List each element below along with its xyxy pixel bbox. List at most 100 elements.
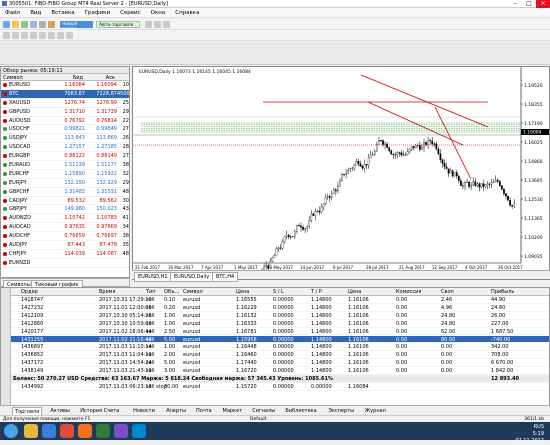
menu-charts[interactable]: Графики: [80, 8, 115, 18]
open-icon[interactable]: [12, 21, 19, 28]
terminal-tab[interactable]: Активы: [48, 407, 72, 415]
col-symbol[interactable]: Символ: [1, 74, 51, 81]
terminal-tab[interactable]: Почта: [194, 407, 214, 415]
terminal-col-header[interactable]: Своп: [441, 289, 454, 295]
market-watch-row[interactable]: USDCAD 1.27157 1.27185 28: [1, 143, 129, 153]
market-watch-row[interactable]: EURAUD 1.51139 1.51177 38: [1, 161, 129, 170]
market-watch-row[interactable]: XAUUSD 1276.74 1276.99 25: [1, 99, 129, 108]
chart-window[interactable]: EURUSD,Daily 1.16073 1.16145 1.16045 1.1…: [132, 66, 550, 280]
market-watch-row[interactable]: AUDUSD 0.76792 0.76814 22: [1, 117, 129, 126]
terminal-tab[interactable]: Библиотека: [283, 407, 318, 415]
market-watch-row[interactable]: GBPJPY 149.980 150.023 43: [1, 205, 129, 215]
firefox-icon[interactable]: [78, 424, 92, 438]
text-icon[interactable]: [57, 32, 64, 39]
arrow-icon[interactable]: [66, 32, 73, 39]
terminal-tab[interactable]: Маркет: [221, 407, 245, 415]
new-order-button[interactable]: Новый ордер: [60, 21, 93, 32]
explorer-icon[interactable]: [24, 424, 38, 438]
keyboard-lang[interactable]: RUS: [515, 424, 544, 431]
market-watch-row[interactable]: CADJPY 89.532 89.562 30: [1, 197, 129, 206]
tab-eurusd-h1[interactable]: EURUSD,H1: [134, 272, 172, 282]
terminal-tab[interactable]: История Счета: [78, 407, 121, 415]
clock[interactable]: RUS 5:19 07.11.2017: [515, 424, 544, 445]
terminal-tab[interactable]: Журнал: [363, 407, 388, 415]
menu-insert[interactable]: Вставка: [46, 8, 79, 18]
line-icon[interactable]: [21, 32, 28, 39]
market-watch-row[interactable]: AUDCAD 0.97635 0.97669 34: [1, 223, 129, 233]
menu-file[interactable]: Файл: [0, 8, 25, 18]
minimize-button[interactable]: –: [508, 0, 522, 8]
terminal-col-header[interactable]: Прибыль: [491, 289, 514, 295]
terminal-col-header[interactable]: Тип: [146, 289, 156, 295]
trade-row[interactable]: 1427232 2017.11.01 12:00:05 sell 0.20 eurusd…: [11, 304, 549, 312]
chrome-icon[interactable]: [60, 424, 74, 438]
terminal-col-header[interactable]: Ордер: [21, 289, 38, 295]
trade-row[interactable]: 1434992 2017.11.03 06:23:18 sell stop 30.00…: [11, 383, 549, 391]
market-watch-row[interactable]: AUDNZD 1.10742 1.10783 41: [1, 214, 129, 224]
market-watch-row[interactable]: USDCHF 0.99821 0.99849 27: [1, 125, 129, 135]
market-watch-row[interactable]: EURUSD 1.16084 1.16094 10: [1, 81, 129, 90]
tab-btc-h4[interactable]: BTC,H4: [212, 272, 239, 282]
app-icon-6[interactable]: [114, 424, 128, 438]
ie-icon[interactable]: [42, 424, 56, 438]
terminal-col-header[interactable]: Время: [99, 289, 115, 295]
market-watch-row[interactable]: AUDCHF 0.76659 0.76697 38: [1, 232, 129, 242]
trade-row[interactable]: 1438149 2017.11.03 21:43:19 sell 3.00 eurusd…: [11, 367, 549, 375]
fibo-icon[interactable]: [48, 32, 55, 39]
terminal-icon[interactable]: [48, 21, 55, 28]
channel-icon[interactable]: [39, 32, 46, 39]
trade-row[interactable]: 1412109 2017.10.30 05:14:25 sell 1.00 eurusd…: [11, 312, 549, 320]
navigator-icon[interactable]: [39, 21, 46, 28]
terminal-col-header[interactable]: Цена: [348, 289, 361, 295]
terminal-tab[interactable]: Эксперты: [326, 407, 356, 415]
trade-row[interactable]: 1418747 2017.10.31 17:29:10 sell 0.10 eurusd…: [11, 296, 549, 304]
market-watch-row[interactable]: GBPCHF 1.31483 1.31531 48: [1, 188, 129, 197]
terminal-tab[interactable]: Сигналы: [250, 407, 277, 415]
trade-row[interactable]: 1437172 2017.11.03 14:54:24 sell 5.00 eurusd…: [11, 359, 549, 368]
app-icon-7[interactable]: [132, 424, 146, 438]
profiles-icon[interactable]: [21, 21, 28, 28]
terminal-col-header[interactable]: Символ: [183, 289, 203, 295]
terminal-tab[interactable]: Алерты: [164, 407, 188, 415]
start-icon[interactable]: [4, 424, 18, 438]
menu-window[interactable]: Окна: [146, 8, 171, 18]
terminal-col-header[interactable]: Объ...: [164, 289, 179, 295]
terminal-col-header[interactable]: Цена: [236, 289, 249, 295]
new-chart-icon[interactable]: [3, 21, 10, 28]
col-ask[interactable]: Аск: [85, 74, 117, 81]
chart-canvas[interactable]: 1.19520 1.18355 1.17190 1.16025 1.14860 1.136…: [133, 67, 549, 271]
terminal-col-header[interactable]: S / L: [273, 289, 284, 295]
market-watch-row[interactable]: EURGBP 0.88122 0.88149 27: [1, 152, 129, 162]
trade-row[interactable]: 1436897 2017.11.03 11:10:14 sell 1.00 eurusd…: [11, 343, 549, 352]
terminal-col-header[interactable]: Комиссия: [396, 289, 421, 295]
terminal-tab[interactable]: Новости: [131, 407, 157, 415]
trade-row[interactable]: 1420177 2017.11.02 16:06:44 sell 2.50 eurusd…: [11, 328, 549, 336]
menu-help[interactable]: Справка: [170, 8, 204, 18]
close-button[interactable]: ×: [536, 0, 550, 8]
tile-icon[interactable]: [163, 21, 170, 28]
market-watch-row[interactable]: GBPUSD 1.31710 1.31739 29: [1, 108, 129, 117]
market-watch-row[interactable]: EURJPY 132.150 132.229 29: [1, 179, 129, 188]
market-watch-icon[interactable]: [30, 21, 37, 28]
trade-row[interactable]: 1431255 2017.11.02 21:16:43 sell 5.00 eurusd…: [11, 335, 549, 344]
zoom-out-icon[interactable]: [154, 21, 161, 28]
cursor-icon[interactable]: [3, 32, 10, 39]
menu-tools[interactable]: Сервис: [115, 8, 146, 18]
zoom-in-icon[interactable]: [145, 21, 152, 28]
market-watch-row[interactable]: CHFJPY 114.039 114.087 48: [1, 250, 129, 259]
market-watch-row[interactable]: AUDJPY 87.443 87.478 35: [1, 241, 129, 250]
crosshair-icon[interactable]: [12, 32, 19, 39]
hline-icon[interactable]: [30, 32, 37, 39]
market-watch-row[interactable]: EURNZD: [1, 259, 129, 268]
market-watch-row[interactable]: USDJPY 113.843 113.869 26: [1, 134, 129, 144]
market-watch-row[interactable]: BTC 7083.87 7128.87 4500: [1, 89, 130, 99]
col-bid[interactable]: Бид: [51, 74, 85, 81]
trade-row[interactable]: 1412860 2017.10.30 10:59:03 sell 1.00 eurusd…: [11, 320, 549, 328]
menu-view[interactable]: Вид: [25, 8, 46, 18]
tab-eurusd-daily[interactable]: EURUSD,Daily: [170, 272, 214, 282]
metatrader-icon[interactable]: [96, 424, 110, 438]
terminal-col-header[interactable]: T / P: [311, 289, 322, 295]
trade-row[interactable]: 1436852 2017.11.03 11:04:19 sell 2.00 eurusd…: [11, 351, 549, 360]
auto-trading-button[interactable]: Авто-торговля: [96, 21, 140, 28]
maximize-button[interactable]: □: [522, 0, 536, 8]
